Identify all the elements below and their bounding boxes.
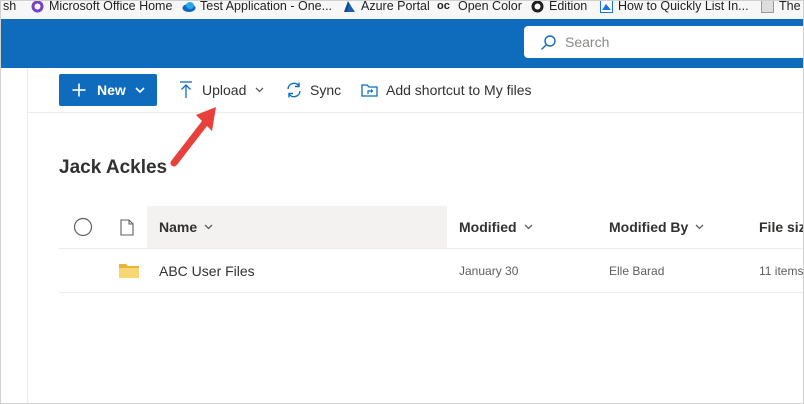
bookmark-test-application[interactable]: Test Application - One...: [182, 1, 332, 15]
chevron-down-icon: [135, 87, 145, 93]
page-icon: [761, 1, 774, 13]
bookmark-label: How to Quickly List In...: [618, 1, 749, 13]
new-button-label: New: [97, 82, 126, 98]
left-rail: [1, 68, 28, 403]
bookmark-edition[interactable]: Edition: [531, 1, 587, 15]
bookmark-label: Edition: [549, 1, 588, 13]
bookmark-azure-portal[interactable]: Azure Portal: [343, 1, 430, 15]
file-type-icon: [120, 206, 134, 248]
plus-icon: [72, 83, 86, 97]
new-button[interactable]: New: [59, 74, 157, 106]
list-item[interactable]: ABC User Files January 30 Elle Barad 11 …: [59, 249, 804, 293]
sync-icon: [285, 82, 303, 98]
column-header-modified-by[interactable]: Modified By: [609, 206, 704, 248]
add-shortcut-button-label: Add shortcut to My files: [386, 82, 532, 98]
upload-button-label: Upload: [202, 82, 247, 98]
column-header-modified-by-label: Modified By: [609, 219, 689, 235]
column-header-file-size-label: File size: [759, 219, 803, 235]
search-placeholder: Search: [565, 34, 610, 50]
bookmark-label: Open Color: [458, 1, 522, 13]
browser-window: sh Microsoft Office Home Test Applicatio…: [0, 0, 804, 404]
command-bar: New Upload Sync Add shortcut to My files: [27, 68, 803, 113]
folder-icon: [119, 249, 139, 292]
search-input[interactable]: Search: [524, 26, 803, 58]
bookmark-label: Microsoft Office Home: [49, 1, 173, 13]
bookmark-the[interactable]: The: [761, 1, 801, 15]
bookmark-label: The: [779, 1, 801, 13]
bookmark-microsoft-office-home[interactable]: Microsoft Office Home: [31, 1, 172, 15]
sync-button[interactable]: Sync: [285, 74, 341, 106]
chevron-down-icon: [695, 224, 704, 230]
bookmark-item[interactable]: sh: [3, 1, 16, 15]
sync-button-label: Sync: [310, 82, 342, 98]
page-icon: [600, 1, 613, 13]
item-modified: January 30: [459, 263, 519, 278]
column-header-modified[interactable]: Modified: [459, 206, 533, 248]
item-file-size: 11 items: [759, 263, 804, 278]
column-header-modified-label: Modified: [459, 219, 517, 235]
onedrive-cloud-icon: [182, 1, 196, 13]
column-header-name-label: Name: [159, 219, 198, 235]
office-icon: [31, 1, 44, 13]
bookmark-label: sh: [3, 1, 17, 13]
chevron-down-icon: [524, 224, 533, 230]
chevron-down-icon: [255, 87, 264, 93]
item-modified-by: Elle Barad: [609, 263, 665, 278]
bookmark-open-color[interactable]: oc Open Color: [437, 1, 522, 15]
page-title: Jack Ackles: [59, 157, 168, 178]
column-header-name[interactable]: Name: [159, 206, 213, 248]
bookmark-label: Test Application - One...: [200, 1, 333, 13]
open-color-icon: oc: [437, 1, 450, 12]
red-annotation-arrow-icon: [170, 107, 216, 167]
select-all-checkbox[interactable]: [73, 206, 93, 248]
shortcut-folder-icon: [361, 82, 379, 98]
azure-icon: [343, 1, 356, 13]
add-shortcut-button[interactable]: Add shortcut to My files: [361, 74, 532, 106]
search-icon: [540, 34, 557, 51]
list-header: Name Modified Modified By File size: [59, 206, 803, 249]
bookmarks-bar: sh Microsoft Office Home Test Applicatio…: [1, 1, 803, 20]
bookmark-how-to-quickly-list[interactable]: How to Quickly List In...: [600, 1, 749, 15]
edition-icon: [531, 1, 544, 13]
bookmark-label: Azure Portal: [361, 1, 430, 13]
chevron-down-icon: [204, 224, 213, 230]
item-name[interactable]: ABC User Files: [159, 249, 255, 292]
upload-arrow-icon: [179, 81, 193, 99]
column-header-file-size[interactable]: File size: [759, 206, 803, 248]
